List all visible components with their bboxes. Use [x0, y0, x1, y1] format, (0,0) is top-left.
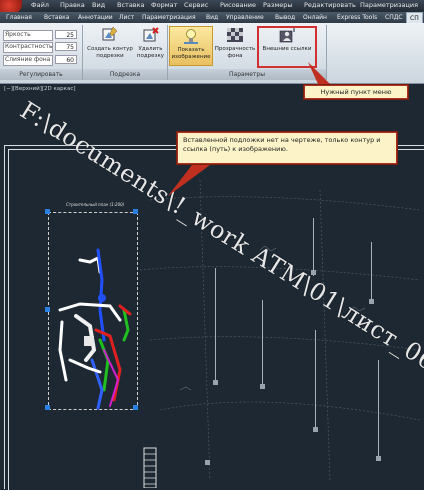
callout-pointers: [168, 62, 330, 196]
callout-menu-item: Нужный пункт меню: [303, 84, 409, 100]
callout-note: Вставленной подложки нет на чертеже, тол…: [176, 131, 398, 165]
